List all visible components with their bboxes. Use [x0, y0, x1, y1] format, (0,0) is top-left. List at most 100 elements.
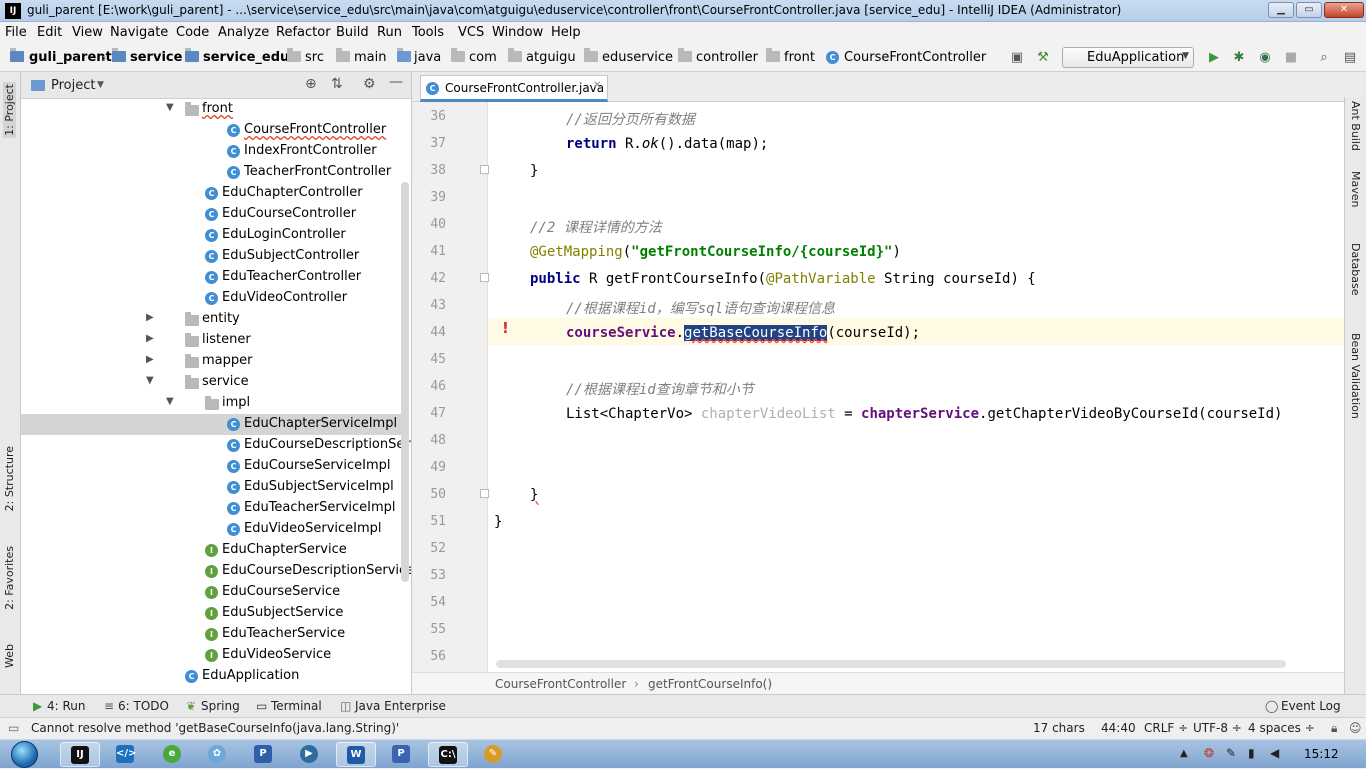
- tab-structure[interactable]: 2: Structure: [3, 446, 16, 511]
- volume-icon[interactable]: ◀: [1270, 746, 1279, 760]
- tree-item[interactable]: I EduTeacherService: [21, 624, 401, 645]
- taskbar-pdf[interactable]: P: [382, 742, 422, 767]
- taskbar-cmd[interactable]: C:\: [428, 742, 468, 767]
- crumb-front[interactable]: front: [784, 50, 815, 65]
- crumb-service[interactable]: service: [130, 50, 182, 65]
- tree-item[interactable]: C EduTeacherController: [21, 267, 401, 288]
- file-encoding[interactable]: UTF-8 ÷: [1193, 721, 1242, 735]
- project-scrollbar[interactable]: [401, 182, 409, 582]
- crumb-service-edu[interactable]: service_edu: [203, 50, 289, 65]
- tree-item[interactable]: I EduCourseDescriptionService: [21, 561, 411, 582]
- menu-file[interactable]: File: [5, 25, 27, 40]
- line-separator[interactable]: CRLF ÷: [1144, 721, 1188, 735]
- taskbar-vscode[interactable]: </>: [106, 742, 146, 767]
- indent-setting[interactable]: 4 spaces ÷: [1248, 721, 1315, 735]
- tree-item[interactable]: C TeacherFrontController: [21, 162, 401, 183]
- tab-java-enterprise[interactable]: Java Enterprise: [355, 699, 446, 713]
- chevron-down-icon[interactable]: ▼: [97, 80, 104, 90]
- crumb-eduservice[interactable]: eduservice: [602, 50, 673, 65]
- code-line-42[interactable]: public R getFrontCourseInfo(@PathVariabl…: [530, 271, 1036, 287]
- tree-item[interactable]: I EduChapterService: [21, 540, 401, 561]
- tray-app-icon[interactable]: ❂: [1204, 746, 1214, 760]
- code-line-44[interactable]: courseService.getBaseCourseInfo(courseId…: [566, 325, 920, 341]
- crumb-class[interactable]: CourseFrontController: [495, 677, 626, 691]
- tree-item[interactable]: C EduLoginController: [21, 225, 401, 246]
- maximize-button[interactable]: ▭: [1296, 2, 1322, 18]
- minimize-button[interactable]: ▁: [1268, 2, 1294, 18]
- menu-view[interactable]: View: [72, 25, 103, 40]
- chevron-down-icon[interactable]: ▼: [166, 102, 174, 113]
- tree-item[interactable]: C EduChapterController: [21, 183, 401, 204]
- tree-item[interactable]: C EduApplication: [21, 666, 401, 687]
- fold-marker[interactable]: [480, 165, 489, 174]
- menu-run[interactable]: Run: [377, 25, 402, 40]
- tree-item[interactable]: C EduVideoController: [21, 288, 401, 309]
- crumb-controller[interactable]: controller: [696, 50, 758, 65]
- tree-item[interactable]: C EduSubjectController: [21, 246, 401, 267]
- tree-item[interactable]: C EduCourseServiceImpl: [21, 456, 401, 477]
- run-configuration-select[interactable]: EduApplication ▼: [1062, 47, 1194, 68]
- code-line-37[interactable]: return R.ok().data(map);: [566, 136, 768, 152]
- taskbar-app[interactable]: ✿: [198, 742, 238, 767]
- crumb-main[interactable]: main: [354, 50, 386, 65]
- crumb-java[interactable]: java: [414, 50, 441, 65]
- fold-marker[interactable]: [480, 273, 489, 282]
- taskbar-media[interactable]: ▶: [290, 742, 330, 767]
- collapse-icon[interactable]: ⇅: [331, 76, 343, 92]
- debug-icon[interactable]: ✱: [1231, 50, 1247, 66]
- crumb-guli-parent[interactable]: guli_parent: [29, 50, 112, 65]
- chevron-right-icon[interactable]: ▶: [146, 354, 154, 365]
- taskbar-word[interactable]: W: [336, 742, 376, 767]
- more-icon[interactable]: ▤: [1342, 50, 1358, 66]
- tab-favorites[interactable]: 2: Favorites: [3, 546, 16, 610]
- tree-item[interactable]: ▼ service: [21, 372, 401, 393]
- menu-window[interactable]: Window: [492, 25, 543, 40]
- project-panel-title[interactable]: Project: [51, 78, 95, 93]
- search-icon[interactable]: ⌕: [1316, 50, 1332, 66]
- tab-run[interactable]: 4: Run: [47, 699, 86, 713]
- taskbar-clock[interactable]: 15:12: [1304, 747, 1339, 761]
- code-line-46[interactable]: //根据课程id查询章节和小节: [566, 379, 754, 399]
- chevron-down-icon[interactable]: ▼: [146, 375, 154, 386]
- horizontal-scrollbar[interactable]: [496, 660, 1286, 668]
- tree-item[interactable]: C EduTeacherServiceImpl: [21, 498, 401, 519]
- tree-item[interactable]: ▼ impl: [21, 393, 401, 414]
- tab-database[interactable]: Database: [1349, 243, 1362, 296]
- layout-icon[interactable]: ▣: [1009, 50, 1025, 66]
- code-line-40[interactable]: //2 课程详情的方法: [530, 217, 662, 237]
- tree-item[interactable]: C CourseFrontController: [21, 120, 401, 141]
- chevron-right-icon[interactable]: ▶: [146, 333, 154, 344]
- chevron-down-icon[interactable]: ▼: [166, 396, 174, 407]
- run-icon[interactable]: ▶: [1206, 50, 1222, 66]
- menu-vcs[interactable]: VCS: [458, 25, 484, 40]
- gear-icon[interactable]: ⚙: [363, 76, 376, 92]
- tree-item[interactable]: C IndexFrontController: [21, 141, 401, 162]
- tree-item[interactable]: C EduCourseController: [21, 204, 401, 225]
- tree-item[interactable]: I EduSubjectService: [21, 603, 401, 624]
- taskbar-powerpoint[interactable]: P: [244, 742, 284, 767]
- tab-todo[interactable]: 6: TODO: [118, 699, 169, 713]
- crumb-com[interactable]: com: [469, 50, 497, 65]
- code-line-51[interactable]: }: [494, 514, 502, 530]
- tree-item[interactable]: C EduSubjectServiceImpl: [21, 477, 401, 498]
- crumb-atguigu[interactable]: atguigu: [526, 50, 576, 65]
- build-hammer-icon[interactable]: ⚒: [1035, 50, 1051, 66]
- selected-unresolved-method[interactable]: getBaseCourseInfo: [684, 325, 828, 341]
- tree-item[interactable]: C EduChapterServiceImpl: [21, 414, 401, 435]
- menu-analyze[interactable]: Analyze: [218, 25, 269, 40]
- code-line-50[interactable]: }: [530, 487, 538, 503]
- tree-item[interactable]: ▶ entity: [21, 309, 401, 330]
- tree-item[interactable]: C EduCourseDescriptionService: [21, 435, 411, 456]
- close-tab-icon[interactable]: ✕: [593, 80, 601, 91]
- hide-icon[interactable]: —: [389, 74, 403, 90]
- fold-marker[interactable]: [480, 489, 489, 498]
- caret-position[interactable]: 44:40: [1101, 721, 1136, 735]
- chevron-right-icon[interactable]: ▶: [146, 312, 154, 323]
- tree-item[interactable]: ▶ mapper: [21, 351, 401, 372]
- network-icon[interactable]: ▮: [1248, 746, 1255, 760]
- taskbar-browser[interactable]: e: [153, 742, 193, 767]
- stop-icon[interactable]: ■: [1283, 50, 1299, 66]
- tray-up-icon[interactable]: ▲: [1180, 748, 1188, 759]
- tab-spring[interactable]: Spring: [201, 699, 240, 713]
- inspector-icon[interactable]: ☺: [1349, 721, 1362, 735]
